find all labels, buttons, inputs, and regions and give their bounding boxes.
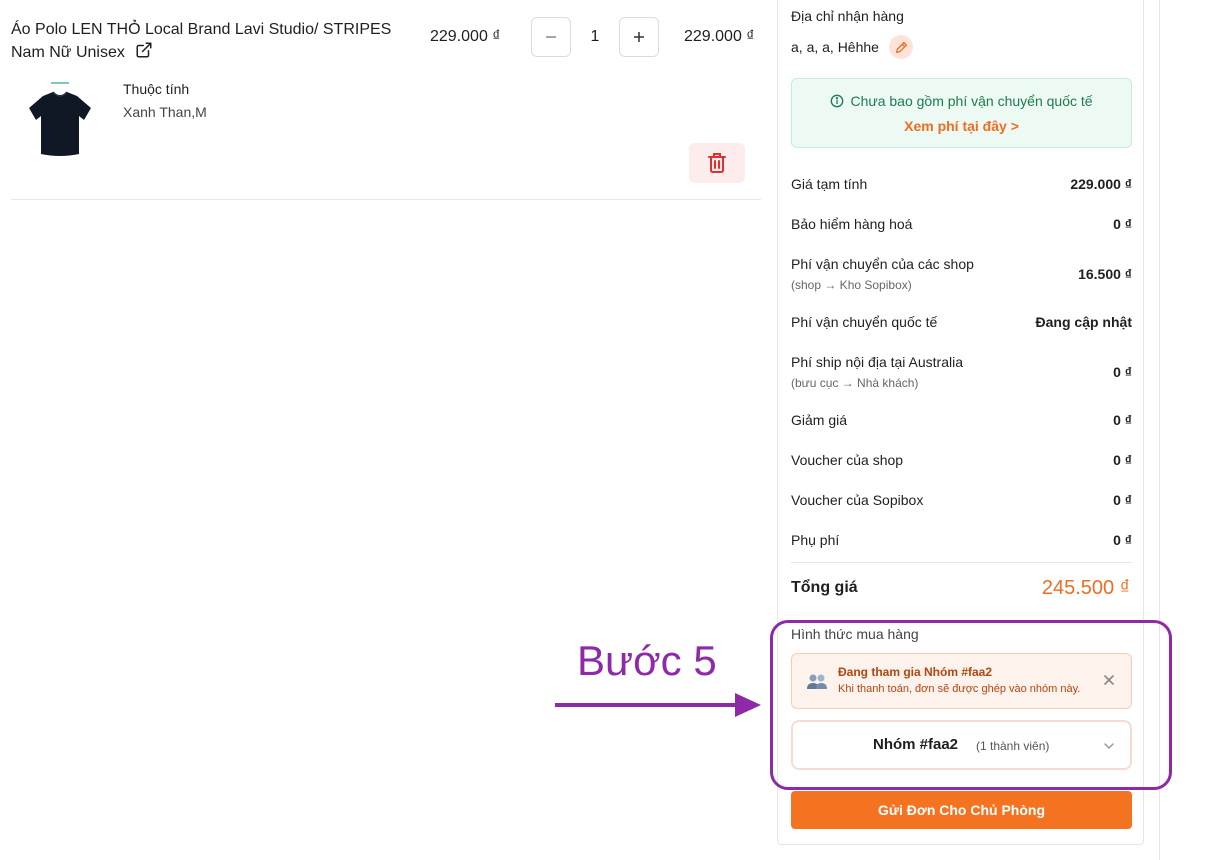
view-fees-link[interactable]: Xem phí tại đây > <box>792 118 1131 134</box>
summary-row-label: Bảo hiểm hàng hoá <box>791 216 913 232</box>
summary-row-label: Voucher của shop <box>791 452 904 468</box>
summary-row-value: 0 ₫ <box>1113 492 1132 508</box>
summary-row-label: Giá tạm tính <box>791 176 868 192</box>
summary-row: Giá tạm tính 229.000 ₫ <box>791 176 1132 196</box>
notice-text: Chưa bao gồm phí vận chuyển quốc tế <box>850 93 1093 109</box>
summary-row-note: (shop → Kho Sopibox) <box>791 278 912 292</box>
annotation-step-label: Bước 5 <box>577 637 717 684</box>
quantity-value[interactable]: 1 <box>571 28 619 46</box>
summary-row-label: Phụ phí <box>791 532 840 548</box>
address-label: Địa chỉ nhận hàng <box>791 8 904 24</box>
summary-row-label: Giảm giá <box>791 412 848 428</box>
summary-row: Phí vận chuyển quốc tế Đang cập nhật <box>791 314 1132 334</box>
group-users-icon <box>807 674 827 689</box>
purchase-method-label: Hình thức mua hàng <box>791 626 919 642</box>
summary-row: Phí ship nội địa tại Australia (bưu cục →… <box>791 354 1132 394</box>
page-edge-divider <box>1159 0 1160 860</box>
edit-address-button[interactable] <box>889 35 913 59</box>
divider <box>791 562 1132 563</box>
group-description: Khi thanh toán, đơn sẽ được ghép vào nhó… <box>838 683 1081 695</box>
group-select-dropdown[interactable]: Nhóm #faa2 (1 thành viên) <box>791 720 1132 770</box>
line-total: 229.000 ₫ <box>684 28 755 45</box>
summary-row-label: Phí vận chuyển của các shop <box>791 256 974 272</box>
international-shipping-notice: Chưa bao gồm phí vận chuyển quốc tế Xem … <box>791 78 1132 148</box>
external-link-icon[interactable] <box>135 41 153 59</box>
summary-row: Phụ phí 0 ₫ <box>791 532 1132 552</box>
summary-row: Giảm giá 0 ₫ <box>791 412 1132 432</box>
total-value: 245.500 ₫ <box>1041 577 1130 599</box>
summary-row-value: 0 ₫ <box>1113 532 1132 548</box>
summary-row: Phí vận chuyển của các shop (shop → Kho S… <box>791 256 1132 296</box>
cart-item: Áo Polo LEN THỎ Local Brand Lavi Studio/… <box>11 0 761 200</box>
chevron-down-icon <box>1104 743 1114 750</box>
summary-row-value: 16.500 ₫ <box>1078 266 1132 282</box>
summary-row: Bảo hiểm hàng hoá 0 ₫ <box>791 216 1132 236</box>
pencil-icon <box>895 41 907 53</box>
plus-icon <box>634 32 644 42</box>
selected-group-name: Nhóm #faa2 <box>873 736 959 753</box>
leave-group-button[interactable] <box>1101 672 1117 688</box>
product-title[interactable]: Áo Polo LEN THỎ Local Brand Lavi Studio/… <box>11 18 411 64</box>
delete-item-button[interactable] <box>689 143 745 183</box>
submit-order-button[interactable]: Gửi Đơn Cho Chủ Phòng <box>791 791 1132 829</box>
order-summary-panel: Địa chỉ nhận hàng a, a, a, Hêhhe Chưa ba… <box>777 0 1144 845</box>
summary-row-value: 0 ₫ <box>1113 364 1132 380</box>
summary-row-value: 0 ₫ <box>1113 452 1132 468</box>
summary-row-value: Đang cập nhật <box>1035 314 1132 330</box>
decrease-quantity-button[interactable] <box>531 17 571 57</box>
summary-row-label: Voucher của Sopibox <box>791 492 924 508</box>
annotation-arrow-icon <box>555 693 761 717</box>
attribute-value: Xanh Than,M <box>123 104 207 120</box>
notice-line: Chưa bao gồm phí vận chuyển quốc tế <box>792 93 1131 109</box>
summary-row-note: (bưu cục → Nhà khách) <box>791 376 919 390</box>
summary-row-value: 0 ₫ <box>1113 216 1132 232</box>
info-icon <box>831 94 844 108</box>
summary-row-label: Phí ship nội địa tại Australia <box>791 354 963 370</box>
trash-icon <box>708 153 726 173</box>
unit-price: 229.000 ₫ <box>430 28 501 45</box>
summary-row-label: Phí vận chuyển quốc tế <box>791 314 938 330</box>
product-thumbnail[interactable] <box>21 80 99 160</box>
total-label: Tổng giá <box>791 579 858 596</box>
summary-row: Voucher của Sopibox 0 ₫ <box>791 492 1132 512</box>
address-value: a, a, a, Hêhhe <box>791 39 879 55</box>
selected-group-member-count: (1 thành viên) <box>976 739 1050 753</box>
increase-quantity-button[interactable] <box>619 17 659 57</box>
attribute-label: Thuộc tính <box>123 81 190 97</box>
product-title-text[interactable]: Áo Polo LEN THỎ Local Brand Lavi Studio/… <box>11 21 391 61</box>
summary-row-value: 0 ₫ <box>1113 412 1132 428</box>
summary-row: Voucher của shop 0 ₫ <box>791 452 1132 472</box>
joined-group-card: Đang tham gia Nhóm #faa2 Khi thanh toán,… <box>791 653 1132 709</box>
close-icon <box>1104 675 1114 685</box>
minus-icon <box>546 36 556 38</box>
group-title: Đang tham gia Nhóm #faa2 <box>838 665 993 679</box>
summary-row-value: 229.000 ₫ <box>1070 176 1132 192</box>
